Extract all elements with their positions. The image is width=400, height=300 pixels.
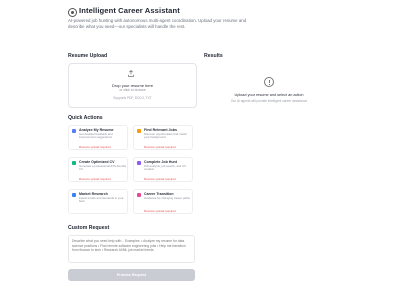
- resume-upload-heading: Resume Upload: [68, 53, 108, 59]
- upload-icon: [128, 70, 134, 77]
- document-icon: [72, 129, 76, 133]
- action-desc: Latest trends and demands in your field: [79, 195, 124, 204]
- action-requirement: Resume upload required: [79, 177, 111, 181]
- custom-request-heading: Custom Request: [68, 225, 110, 231]
- action-requirement: Resume upload required: [79, 145, 111, 149]
- action-requirement: Resume upload required: [144, 145, 176, 149]
- action-desc: Generate a professional ATS-friendly CV: [79, 163, 127, 172]
- action-create-cv[interactable]: Create Optimized CV Generate a professio…: [68, 157, 128, 182]
- quick-actions-heading: Quick Actions: [68, 115, 103, 121]
- action-desc: Guidance for changing career paths: [144, 195, 190, 200]
- logo-icon: [68, 8, 77, 17]
- action-desc: Full analysis, job search, and CV creati…: [144, 163, 187, 172]
- sparkle-icon: [72, 161, 76, 165]
- process-request-button[interactable]: Process Request: [68, 269, 195, 281]
- results-panel: [204, 63, 331, 111]
- custom-request-input[interactable]: [68, 235, 195, 263]
- chart-icon: [72, 193, 76, 197]
- action-market-research[interactable]: Market Research Latest trends and demand…: [68, 189, 128, 214]
- search-icon: [137, 129, 141, 133]
- action-find-jobs[interactable]: Find Relevant Jobs Discover opportunitie…: [133, 125, 193, 150]
- results-heading: Results: [204, 53, 223, 59]
- action-desc: Get detailed feedback and improvement su…: [79, 131, 113, 140]
- action-career-transition[interactable]: Career Transition Guidance for changing …: [133, 189, 193, 214]
- results-empty-desc: Our AI agents will provide intelligent c…: [230, 99, 308, 103]
- browse-link[interactable]: or click to browse: [68, 88, 197, 92]
- arrows-icon: [137, 193, 141, 197]
- app-subtitle: AI-powered job hunting with autonomous m…: [68, 18, 247, 29]
- action-requirement: Resume upload required: [144, 177, 176, 181]
- supported-formats: Supports PDF, DOCX, TXT: [113, 96, 152, 100]
- action-desc: Discover opportunities that match your b…: [144, 131, 187, 140]
- results-empty-title: Upload your resume and select an action: [234, 93, 304, 97]
- info-icon: [264, 77, 274, 87]
- action-analyze-resume[interactable]: Analyze My Resume Get detailed feedback …: [68, 125, 128, 150]
- rocket-icon: [137, 161, 141, 165]
- action-requirement: Resume upload required: [144, 209, 176, 213]
- action-complete-job-hunt[interactable]: Complete Job Hunt Full analysis, job sea…: [133, 157, 193, 182]
- app-title: Intelligent Career Assistant: [79, 6, 180, 15]
